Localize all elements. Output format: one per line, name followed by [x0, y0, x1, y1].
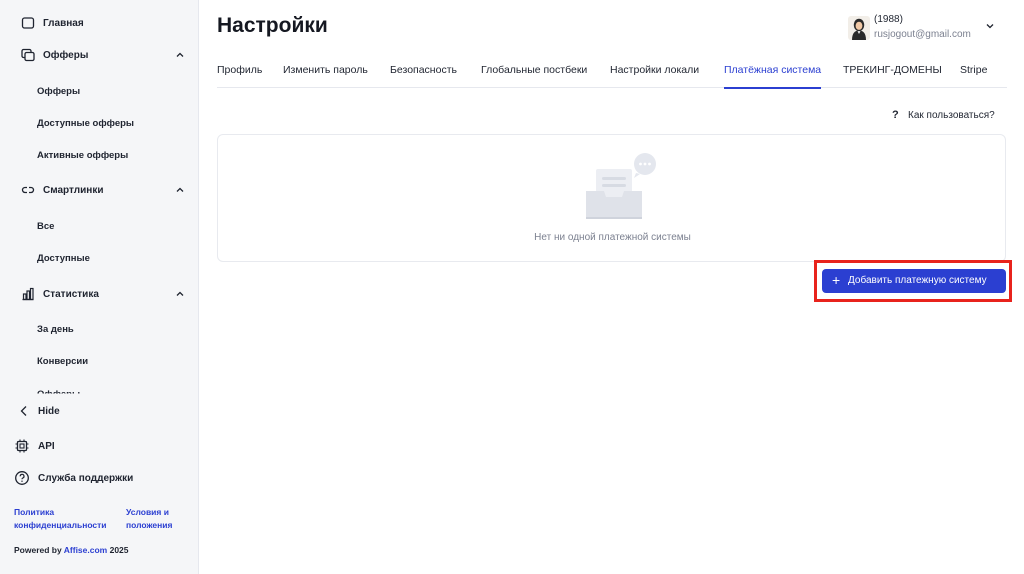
sidebar-item-api[interactable]: API: [0, 433, 199, 459]
chevron-up-icon: [176, 187, 184, 192]
sidebar-item-offers[interactable]: Офферы: [0, 41, 199, 69]
sidebar-item-statistics[interactable]: Статистика: [0, 280, 199, 308]
sidebar-subitem-label: Активные офферы: [37, 149, 129, 161]
link-icon: [21, 186, 35, 194]
sidebar-item-smartlinks[interactable]: Смартлинки: [0, 176, 199, 204]
tab-locale-settings[interactable]: Настройки локали: [610, 64, 699, 88]
offers-copy-icon: [21, 48, 35, 62]
powered-year: 2025: [107, 545, 129, 555]
chip-icon: [15, 439, 29, 453]
sidebar-subitem-conversions[interactable]: Конверсии: [0, 348, 199, 374]
help-circle-icon: [15, 471, 29, 485]
chevron-up-icon: [176, 52, 184, 57]
chevron-up-icon: [176, 291, 184, 296]
user-menu[interactable]: (1988) rusjogout@gmail.com: [846, 12, 1006, 46]
settings-tabs: Профиль Изменить пароль Безопасность Гло…: [217, 58, 1007, 89]
link-line: положения: [126, 520, 173, 530]
sidebar-subitem-available-offers[interactable]: Доступные офферы: [0, 110, 199, 136]
sidebar-subitem-label: Доступные офферы: [37, 117, 135, 129]
how-to-use-label: Как пользоваться?: [908, 110, 995, 121]
sidebar-nav: Главная Офферы Офферы Доступные офферы А…: [0, 0, 199, 398]
avatar: [848, 16, 870, 40]
sidebar-subitem-label: За день: [37, 323, 74, 335]
user-name: (1988): [874, 14, 903, 25]
tab-payment-system[interactable]: Платёжная система: [724, 64, 822, 89]
sidebar-subitem-label: Доступные: [37, 252, 90, 264]
powered-prefix: Powered by: [14, 545, 64, 555]
link-line: Условия и: [126, 507, 169, 517]
sidebar: Главная Офферы Офферы Доступные офферы А…: [0, 0, 199, 574]
sidebar-item-label: Офферы: [43, 49, 89, 61]
sidebar-subitem-active-offers[interactable]: Активные офферы: [0, 142, 199, 168]
hide-label: Hide: [38, 405, 60, 417]
empty-state-text: Нет ни одной платежной системы: [534, 232, 691, 243]
empty-inbox-icon: [586, 153, 656, 219]
sidebar-item-home[interactable]: Главная: [0, 9, 199, 37]
sidebar-subitem-daily[interactable]: За день: [0, 316, 199, 342]
payment-systems-card: Нет ни одной платежной системы: [217, 134, 1006, 262]
add-button-label: Добавить платежную систему: [848, 275, 987, 286]
support-label: Служба поддержки: [38, 472, 134, 484]
powered-by: Powered by Affise.com 2025: [14, 545, 129, 555]
plus-icon: +: [832, 272, 841, 288]
api-label: API: [38, 440, 55, 452]
link-line: конфиденциальности: [14, 520, 107, 530]
sidebar-subitem-label: Все: [37, 220, 55, 232]
tab-stripe[interactable]: Stripe: [960, 64, 987, 88]
tab-security[interactable]: Безопасность: [390, 64, 457, 88]
bar-chart-icon: [22, 287, 34, 301]
privacy-policy-link[interactable]: Политика конфиденциальности: [14, 506, 114, 532]
sidebar-item-label: Главная: [43, 17, 84, 29]
tab-global-postbacks[interactable]: Глобальные постбеки: [481, 64, 587, 88]
question-icon: ?: [892, 109, 899, 121]
user-email: rusjogout@gmail.com: [874, 29, 971, 40]
chevron-down-icon: [986, 24, 994, 29]
home-square-icon: [21, 17, 35, 29]
tab-tracking-domains[interactable]: ТРЕКИНГ-ДОМЕНЫ: [843, 64, 942, 88]
page-title: Настройки: [217, 14, 328, 37]
sidebar-subitem-label: Офферы: [37, 388, 81, 398]
terms-link[interactable]: Условия и положения: [126, 506, 226, 532]
sidebar-item-label: Смартлинки: [43, 184, 104, 196]
affise-link[interactable]: Affise.com: [64, 545, 107, 555]
tab-profile[interactable]: Профиль: [217, 64, 262, 88]
tab-change-password[interactable]: Изменить пароль: [283, 64, 368, 88]
sidebar-subitem-available[interactable]: Доступные: [0, 245, 199, 271]
sidebar-subitem-offers[interactable]: Офферы: [0, 78, 199, 104]
chevron-left-icon: [20, 406, 27, 416]
sidebar-item-label: Статистика: [43, 288, 99, 300]
sidebar-subitem-label: Офферы: [37, 85, 81, 97]
link-line: Политика: [14, 507, 55, 517]
sidebar-item-support[interactable]: Служба поддержки: [0, 465, 199, 491]
sidebar-subitem-label: Конверсии: [37, 355, 89, 367]
sidebar-subitem-all[interactable]: Все: [0, 213, 199, 239]
sidebar-subitem-stats-offers[interactable]: Офферы: [0, 381, 199, 398]
hide-sidebar-button[interactable]: Hide: [0, 398, 199, 424]
add-payment-system-button[interactable]: + Добавить платежную систему: [822, 269, 1006, 293]
